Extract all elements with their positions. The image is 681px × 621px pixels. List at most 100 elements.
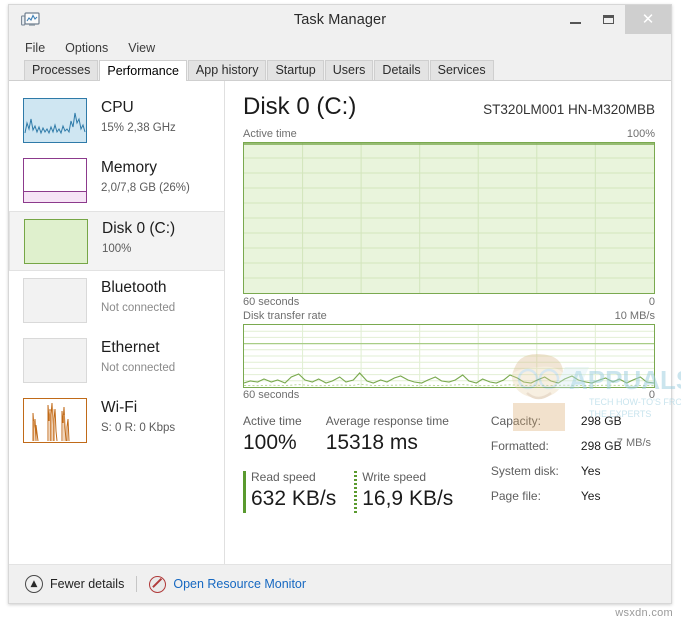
stat-avg-response-label: Average response time — [325, 414, 449, 428]
menu-item-view[interactable]: View — [128, 41, 155, 55]
tab-users[interactable]: Users — [324, 60, 374, 80]
sidebar-item-bluetooth-text: Bluetooth Not connected — [87, 278, 175, 316]
transfer-rate-graph-labels: Disk transfer rate 10 MB/s — [243, 310, 655, 322]
sidebar-item-cpu-title: CPU — [101, 99, 134, 116]
bluetooth-graph-thumbnail — [23, 278, 87, 323]
chevron-up-icon: ▲ — [25, 575, 43, 593]
sidebar-item-wifi[interactable]: Wi-Fi S: 0 R: 0 Kbps — [9, 391, 224, 451]
menu-item-file[interactable]: File — [25, 41, 45, 55]
stat-read-speed-label: Read speed — [251, 470, 316, 484]
ethernet-graph-thumbnail — [23, 338, 87, 383]
content-area: CPU 15% 2,38 GHz Memory 2,0/7,8 GB (26%) — [9, 80, 681, 564]
stat-active-time-value: 100% — [243, 431, 297, 454]
active-time-max: 100% — [626, 128, 655, 140]
cpu-graph-thumbnail — [23, 98, 87, 143]
info-value-formatted: 298 GB — [580, 439, 622, 453]
tab-processes[interactable]: Processes — [24, 60, 99, 80]
minimize-icon — [570, 21, 581, 24]
sidebar-item-wifi-title: Wi-Fi — [101, 399, 138, 416]
transfer-rate-graph — [243, 324, 655, 388]
sidebar-item-memory-text: Memory 2,0/7,8 GB (26%) — [87, 158, 190, 196]
sidebar-item-wifi-text: Wi-Fi S: 0 R: 0 Kbps — [87, 398, 175, 436]
sidebar-item-cpu-text: CPU 15% 2,38 GHz — [87, 98, 176, 136]
sidebar-item-wifi-sub: S: 0 R: 0 Kbps — [101, 422, 176, 434]
window-controls: ✕ — [559, 5, 671, 34]
stat-avg-response: Average response time 15318 ms — [326, 413, 449, 457]
active-time-x-right: 0 — [648, 296, 655, 308]
stat-write-speed-label: Write speed — [362, 470, 427, 484]
active-time-label: Active time — [243, 128, 297, 140]
info-value-system-disk: Yes — [580, 464, 601, 478]
sidebar-item-ethernet[interactable]: Ethernet Not connected — [9, 331, 224, 391]
screenshot-root: Task Manager ✕ File Options View Process… — [0, 0, 681, 621]
stat-avg-response-value: 15318 ms — [325, 431, 418, 454]
tab-performance[interactable]: Performance — [99, 60, 187, 81]
info-value-capacity: 298 GB — [580, 414, 622, 428]
tab-app-history[interactable]: App history — [187, 60, 267, 80]
page-title: Disk 0 (C:) — [243, 93, 357, 120]
transfer-rate-marker-label: 7 MB/s — [616, 437, 651, 449]
tab-services[interactable]: Services — [429, 60, 494, 80]
resource-sidebar: CPU 15% 2,38 GHz Memory 2,0/7,8 GB (26%) — [9, 81, 225, 564]
sidebar-item-memory[interactable]: Memory 2,0/7,8 GB (26%) — [9, 151, 224, 211]
sidebar-item-bluetooth-sub: Not connected — [101, 302, 176, 314]
disk-stats-columns: Active time 100% Average response time 1… — [243, 413, 473, 513]
transfer-rate-x-left: 60 seconds — [243, 389, 300, 401]
stat-read-speed-value: 632 KB/s — [251, 487, 337, 510]
sidebar-item-ethernet-text: Ethernet Not connected — [87, 338, 175, 376]
close-button[interactable]: ✕ — [625, 5, 671, 34]
sidebar-item-disk-sub: 100% — [102, 243, 132, 255]
sidebar-item-ethernet-title: Ethernet — [101, 339, 160, 356]
title-bar: Task Manager ✕ — [9, 5, 671, 37]
read-speed-legend-bar — [243, 471, 246, 513]
close-icon: ✕ — [641, 10, 655, 28]
sidebar-item-bluetooth[interactable]: Bluetooth Not connected — [9, 271, 224, 331]
tab-startup[interactable]: Startup — [267, 60, 324, 80]
stat-active-time: Active time 100% — [243, 413, 302, 457]
disk-speed-row: Read speed 632 KB/s Write speed 16,9 KB/… — [243, 469, 473, 513]
resource-monitor-icon — [149, 575, 167, 593]
info-key-system-disk: System disk: — [490, 464, 559, 478]
footer-divider — [136, 576, 138, 592]
table-row: Page file: Yes — [491, 488, 622, 513]
disk-stats: Active time 100% Average response time 1… — [243, 413, 655, 513]
fewer-details-label: Fewer details — [50, 577, 125, 591]
sidebar-item-bluetooth-title: Bluetooth — [101, 279, 167, 296]
maximize-icon — [603, 15, 614, 24]
info-key-page-file: Page file: — [490, 489, 541, 503]
info-value-page-file: Yes — [580, 489, 601, 503]
transfer-rate-label: Disk transfer rate — [243, 310, 327, 322]
stat-write-speed: Write speed 16,9 KB/s — [354, 469, 453, 513]
sidebar-item-ethernet-sub: Not connected — [101, 362, 176, 374]
disk-model-label: ST320LM001 HN-M320MBB — [483, 102, 655, 117]
minimize-button[interactable] — [559, 5, 592, 34]
status-bar: ▲ Fewer details Open Resource Monitor — [9, 564, 671, 603]
sidebar-item-disk[interactable]: Disk 0 (C:) 100% — [9, 211, 224, 271]
memory-usage-band — [24, 191, 86, 202]
site-watermark: wsxdn.com — [615, 607, 673, 619]
transfer-rate-x-right: 0 — [648, 389, 655, 401]
disk-graph-thumbnail — [24, 219, 88, 264]
sidebar-item-memory-sub: 2,0/7,8 GB (26%) — [101, 182, 190, 194]
active-time-axis: 60 seconds 0 — [243, 296, 655, 308]
sidebar-item-cpu[interactable]: CPU 15% 2,38 GHz — [9, 91, 224, 151]
open-resource-monitor-link[interactable]: Open Resource Monitor — [149, 575, 306, 593]
table-row: Formatted: 298 GB — [491, 438, 622, 463]
menu-item-options[interactable]: Options — [65, 41, 108, 55]
stat-read-speed: Read speed 632 KB/s — [243, 469, 336, 513]
info-key-capacity: Capacity: — [490, 414, 541, 428]
active-time-graph — [243, 142, 655, 294]
panel-header: Disk 0 (C:) ST320LM001 HN-M320MBB — [243, 93, 655, 121]
tab-details[interactable]: Details — [374, 60, 429, 80]
disk-info-table: Capacity: 298 GB Formatted: 298 GB Syste… — [491, 413, 622, 513]
task-manager-window: Task Manager ✕ File Options View Process… — [8, 4, 681, 604]
stat-write-speed-value: 16,9 KB/s — [362, 487, 454, 510]
stat-active-time-label: Active time — [243, 414, 302, 428]
sidebar-item-cpu-sub: 15% 2,38 GHz — [101, 122, 176, 134]
maximize-button[interactable] — [592, 5, 625, 34]
table-row: System disk: Yes — [491, 463, 622, 488]
disk-detail-panel: Disk 0 (C:) ST320LM001 HN-M320MBB Active… — [225, 81, 681, 564]
fewer-details-button[interactable]: ▲ Fewer details — [25, 575, 124, 593]
sidebar-item-disk-text: Disk 0 (C:) 100% — [88, 219, 175, 257]
wifi-graph-thumbnail — [23, 398, 87, 443]
